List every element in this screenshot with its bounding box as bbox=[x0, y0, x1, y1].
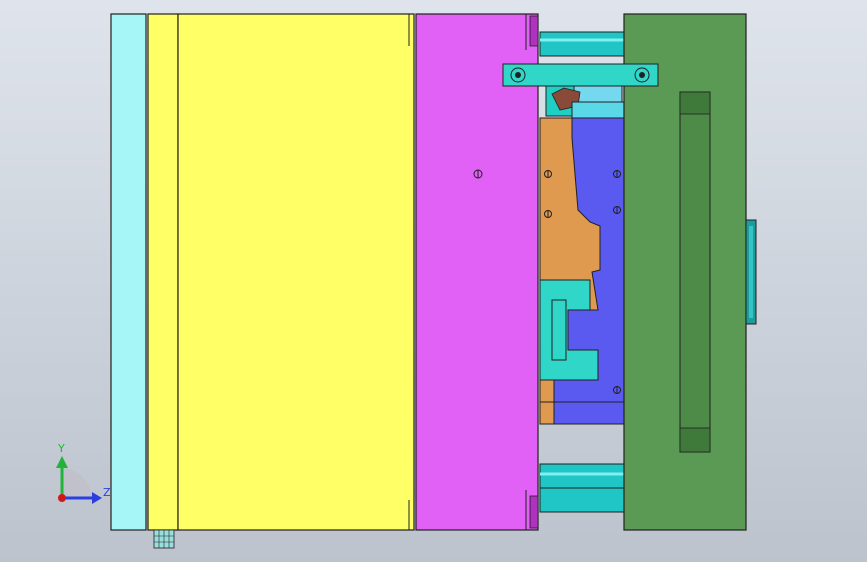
screw-icon bbox=[613, 170, 621, 178]
left-clamp-plate[interactable] bbox=[110, 13, 147, 531]
guide-pin-top[interactable] bbox=[539, 31, 625, 57]
screw-icon bbox=[613, 386, 621, 394]
mold-assembly-drawing[interactable] bbox=[0, 0, 867, 562]
cavity-plate[interactable] bbox=[415, 13, 539, 531]
support-plate-main[interactable] bbox=[177, 13, 415, 531]
screw-icon bbox=[544, 210, 552, 218]
ejector-bolt-icon bbox=[153, 529, 175, 549]
cad-viewport[interactable]: Y Z bbox=[0, 0, 867, 562]
support-plate-thin[interactable] bbox=[147, 13, 179, 531]
axis-triad bbox=[56, 456, 102, 504]
screw-icon bbox=[544, 170, 552, 178]
axis-y-label: Y bbox=[58, 442, 65, 455]
guide-pin-bottom[interactable] bbox=[539, 463, 625, 513]
axis-z-label: Z bbox=[103, 486, 111, 499]
locating-ring[interactable] bbox=[745, 219, 757, 325]
screw-icon bbox=[473, 169, 483, 179]
screw-icon bbox=[613, 206, 621, 214]
strap-bar[interactable] bbox=[502, 63, 659, 87]
ejector-window[interactable] bbox=[679, 91, 711, 453]
